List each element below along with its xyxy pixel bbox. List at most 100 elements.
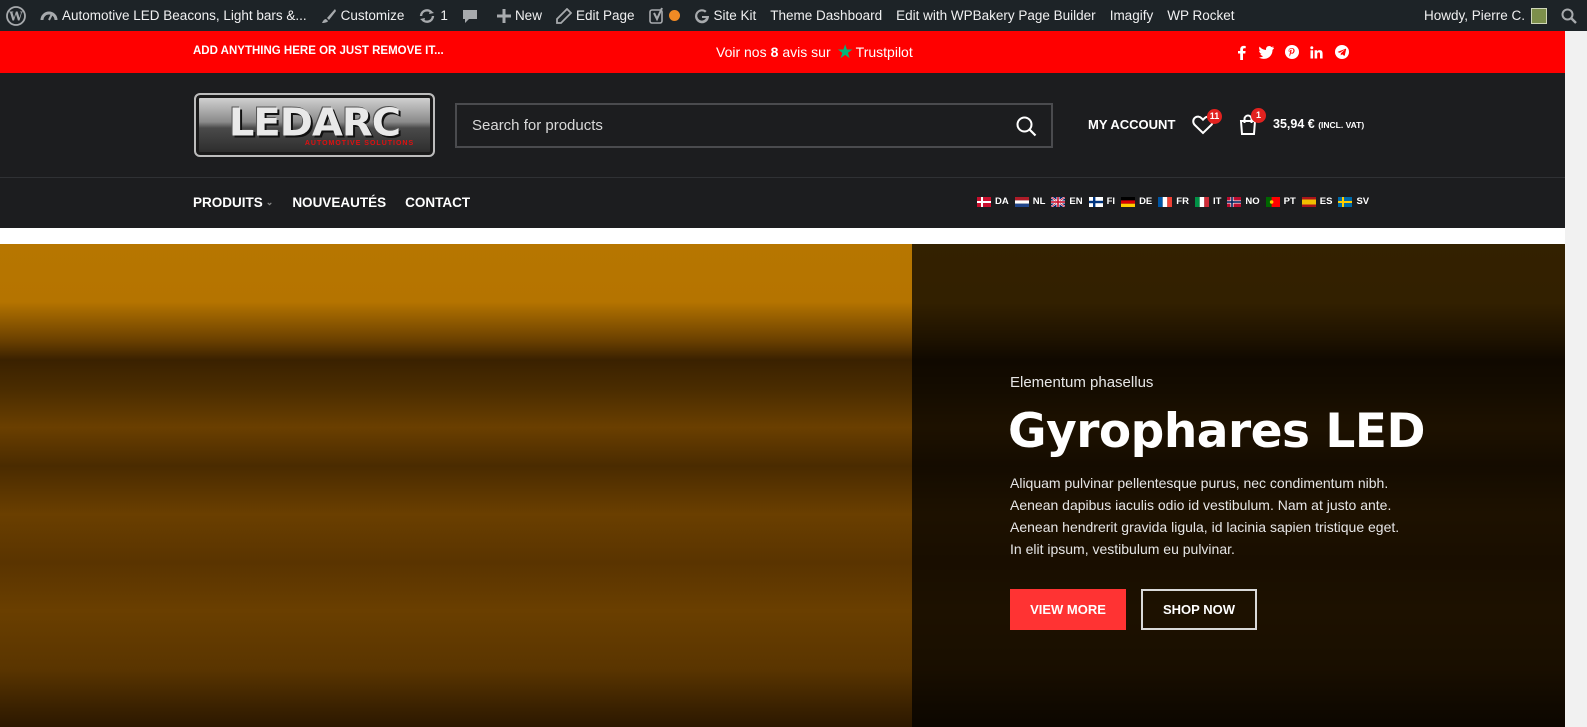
trustpilot-link[interactable]: Voir nos 8 avis sur ★ Trustpilot	[716, 31, 913, 73]
lang-en-label: EN	[1069, 196, 1083, 207]
wpbakery-link[interactable]: Edit with WPBakery Page Builder	[889, 0, 1103, 31]
main-navigation: PRODUITS ⌄ NOUVEAUTÉS CONTACT	[193, 195, 470, 210]
lang-da[interactable]: DA	[977, 196, 1009, 207]
updates-count: 1	[440, 8, 448, 23]
my-account-link[interactable]: MY ACCOUNT	[1088, 117, 1175, 132]
chevron-down-icon: ⌄	[265, 197, 274, 207]
twitter-icon[interactable]	[1259, 45, 1274, 60]
lang-nl-label: NL	[1032, 196, 1046, 207]
google-g-icon	[694, 8, 710, 24]
hero-title: Gyrophares LED	[1008, 404, 1425, 459]
nav-nouveautes-label: NOUVEAUTÉS	[292, 195, 387, 210]
wishlist-button[interactable]: 11	[1192, 109, 1222, 140]
lang-it[interactable]: IT	[1194, 196, 1221, 207]
imagify-link[interactable]: Imagify	[1103, 0, 1161, 31]
new-content-link[interactable]: New	[485, 0, 549, 31]
shopping-bag-icon	[1238, 114, 1258, 140]
cart-total-amount: 35,94 €	[1273, 117, 1315, 131]
lang-nl[interactable]: NL	[1014, 196, 1046, 207]
plus-icon	[496, 8, 511, 23]
cart-total[interactable]: 35,94 € (INCL. VAT)	[1273, 117, 1364, 131]
pinterest-icon[interactable]	[1284, 45, 1299, 60]
cart-button[interactable]: 1	[1238, 108, 1266, 141]
lang-da-label: DA	[995, 196, 1009, 207]
theme-dashboard-label: Theme Dashboard	[770, 8, 883, 23]
customize-link[interactable]: Customize	[314, 0, 412, 31]
site-header: LEDARC AUTOMOTIVE SOLUTIONS Search for p…	[0, 73, 1565, 228]
updates-icon	[418, 8, 436, 24]
lang-de[interactable]: DE	[1121, 196, 1152, 207]
paintbrush-icon	[321, 8, 337, 24]
new-label: New	[514, 8, 542, 23]
trustpilot-star-icon: ★	[836, 41, 854, 63]
lang-fr[interactable]: FR	[1158, 196, 1189, 207]
wp-rocket-label: WP Rocket	[1167, 8, 1235, 23]
pencil-icon	[556, 7, 572, 24]
nav-produits-label: PRODUITS	[193, 195, 263, 210]
heart-icon	[1192, 115, 1214, 139]
admin-search-button[interactable]	[1554, 0, 1587, 31]
shop-now-button[interactable]: SHOP NOW	[1141, 589, 1257, 630]
french-flag-icon	[1158, 196, 1173, 207]
edit-page-link[interactable]: Edit Page	[549, 0, 642, 31]
header-divider	[0, 177, 1565, 178]
lang-pt[interactable]: PT	[1265, 196, 1296, 207]
svg-text:W: W	[8, 9, 23, 23]
updates-link[interactable]: 1	[411, 0, 455, 31]
site-name-label: Automotive LED Beacons, Light bars &...	[62, 8, 307, 23]
user-account-menu[interactable]: Howdy, Pierre C.	[1417, 0, 1554, 31]
finnish-flag-icon	[1088, 196, 1103, 207]
site-kit-label: Site Kit	[713, 8, 757, 23]
imagify-label: Imagify	[1109, 8, 1154, 23]
trust-brand: Trustpilot	[855, 44, 913, 60]
page-scrollbar[interactable]	[1565, 31, 1587, 727]
nav-item-contact[interactable]: CONTACT	[405, 195, 470, 210]
comments-link[interactable]	[455, 0, 485, 31]
trust-suffix: avis sur	[782, 44, 831, 60]
search-icon	[1561, 8, 1577, 24]
site-kit-link[interactable]: Site Kit	[687, 0, 764, 31]
nav-item-nouveautes[interactable]: NOUVEAUTÉS	[292, 195, 386, 210]
wordpress-logo-icon[interactable]: W	[0, 0, 33, 31]
wp-rocket-link[interactable]: WP Rocket	[1160, 0, 1241, 31]
cart-count-badge: 1	[1251, 108, 1266, 123]
german-flag-icon	[1121, 196, 1136, 207]
lang-pt-label: PT	[1283, 196, 1296, 207]
lang-fi[interactable]: FI	[1088, 196, 1116, 207]
lang-sv-label: SV	[1356, 196, 1370, 207]
lang-no[interactable]: NO	[1227, 196, 1260, 207]
hero-pretitle: Elementum phasellus	[1010, 374, 1154, 391]
linkedin-icon[interactable]	[1309, 45, 1324, 60]
lang-fi-label: FI	[1106, 196, 1116, 207]
edit-page-label: Edit Page	[575, 8, 635, 23]
seo-score-dot	[668, 10, 680, 21]
theme-dashboard-link[interactable]: Theme Dashboard	[763, 0, 889, 31]
hero-description: Aliquam pulvinar pellentesque purus, nec…	[1010, 475, 1400, 557]
view-more-button[interactable]: VIEW MORE	[1010, 589, 1126, 630]
lang-es[interactable]: ES	[1301, 196, 1333, 207]
search-icon[interactable]	[1016, 116, 1037, 142]
lang-fr-label: FR	[1176, 196, 1189, 207]
site-logo[interactable]: LEDARC AUTOMOTIVE SOLUTIONS	[194, 93, 435, 157]
top-promo-bar: ADD ANYTHING HERE OR JUST REMOVE IT... V…	[0, 31, 1565, 73]
site-name-menu[interactable]: Automotive LED Beacons, Light bars &...	[33, 0, 314, 31]
nav-item-produits[interactable]: PRODUITS ⌄	[193, 195, 273, 210]
telegram-icon[interactable]	[1334, 45, 1349, 60]
cart-vat-label: (INCL. VAT)	[1318, 120, 1365, 130]
nav-contact-label: CONTACT	[405, 195, 471, 210]
language-switcher: DA NL EN FI DE FR IT NO PT ES SV	[977, 196, 1369, 207]
swedish-flag-icon	[1338, 196, 1353, 207]
lang-es-label: ES	[1319, 196, 1333, 207]
yoast-seo-menu[interactable]	[642, 0, 687, 31]
lang-en[interactable]: EN	[1051, 196, 1083, 207]
comment-icon	[462, 8, 478, 24]
lang-de-label: DE	[1139, 196, 1153, 207]
wpbakery-label: Edit with WPBakery Page Builder	[896, 8, 1096, 23]
facebook-icon[interactable]	[1234, 45, 1249, 60]
yoast-icon	[648, 7, 665, 25]
lang-sv[interactable]: SV	[1338, 196, 1369, 207]
product-search-field[interactable]: Search for products	[455, 103, 1053, 148]
search-placeholder: Search for products	[472, 117, 603, 134]
dutch-flag-icon	[1014, 196, 1029, 207]
logo-text: LEDARC	[228, 101, 401, 145]
